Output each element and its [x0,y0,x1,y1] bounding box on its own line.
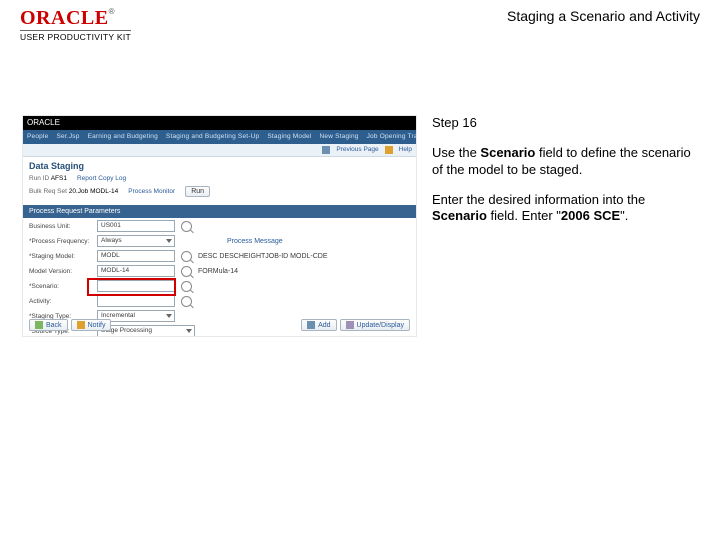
lookup-icon[interactable] [181,281,192,292]
add-icon [307,321,315,329]
screen-title: Data Staging [29,161,84,171]
process-message-link[interactable]: Process Message [227,238,283,245]
back-icon [35,321,43,329]
brand-text: ORACLE [20,7,109,29]
back-button[interactable]: Back [29,319,68,331]
page-title: Staging a Scenario and Activity [507,8,700,24]
lookup-icon[interactable] [181,251,192,262]
scenario-input[interactable] [97,280,175,292]
instruction-paragraph-2: Enter the desired information into the S… [432,192,692,225]
run-id-label: Run ID [29,175,49,182]
process-monitor-link[interactable]: Process Monitor [128,188,175,195]
tab-item[interactable]: New Staging [320,133,359,140]
activity-label: Activity: [29,298,91,305]
tab-item[interactable]: Ser.Jsp [56,133,79,140]
section-header: Process Request Parameters [23,205,416,218]
process-frequency-label: *Process Frequency: [29,238,91,245]
model-version-desc: FORMula-14 [198,268,238,275]
tab-item[interactable]: Staging and Budgeting Set-Up [166,133,259,140]
tab-item[interactable]: People [27,133,48,140]
lookup-icon[interactable] [181,266,192,277]
tab-item[interactable]: Staging Model [267,133,311,140]
model-version-input[interactable]: MODL-14 [97,265,175,277]
product-name: USER PRODUCTIVITY KIT [20,30,131,42]
run-id-value: AFS1 [51,175,67,182]
notify-icon [77,321,85,329]
app-subheader: Previous Page Help [23,144,416,157]
step-label: Step 16 [432,115,692,131]
update-display-button[interactable]: Update/Display [340,319,410,331]
staging-model-label: *Staging Model: [29,253,91,260]
instruction-paragraph-1: Use the Scenario field to define the sce… [432,145,692,178]
app-top-brand: ORACLE [23,116,416,130]
home-icon[interactable] [322,146,330,154]
tab-item[interactable]: Earning and Budgeting [88,133,158,140]
tab-item[interactable]: Job Opening Transfer [367,133,416,140]
update-icon [346,321,354,329]
instruction-panel: Step 16 Use the Scenario field to define… [432,115,692,238]
oracle-logo: ORACLE® USER PRODUCTIVITY KIT [20,8,131,44]
process-frequency-select[interactable]: Always [97,235,175,247]
prev-page-link[interactable]: Previous Page [336,144,378,156]
lookup-icon[interactable] [181,221,192,232]
scenario-label: *Scenario: [29,283,91,290]
add-button[interactable]: Add [301,319,336,331]
bulk-req-set-label: Bulk Req Set [29,188,67,195]
activity-input[interactable] [97,295,175,307]
bulk-req-set-value: 20.Job MODL-14 [69,188,119,195]
business-unit-input[interactable]: US001 [97,220,175,232]
tm-symbol: ® [109,7,115,16]
app-screenshot: ORACLE People Ser.Jsp Earning and Budget… [22,115,417,337]
staging-model-desc: DESC DESCHEIGHTJOB-ID MODL-CDE [198,253,328,260]
model-version-label: Model Version: [29,268,91,275]
app-nav-tabs: People Ser.Jsp Earning and Budgeting Sta… [23,130,416,144]
staging-model-input[interactable]: MODL [97,250,175,262]
run-button[interactable]: Run [185,186,210,197]
business-unit-label: Business Unit: [29,223,91,230]
report-copy-log-link[interactable]: Report Copy Log [77,175,126,182]
help-link[interactable]: Help [399,144,412,156]
notify-button[interactable]: Notify [71,319,112,331]
lookup-icon[interactable] [181,296,192,307]
help-icon[interactable] [385,146,393,154]
